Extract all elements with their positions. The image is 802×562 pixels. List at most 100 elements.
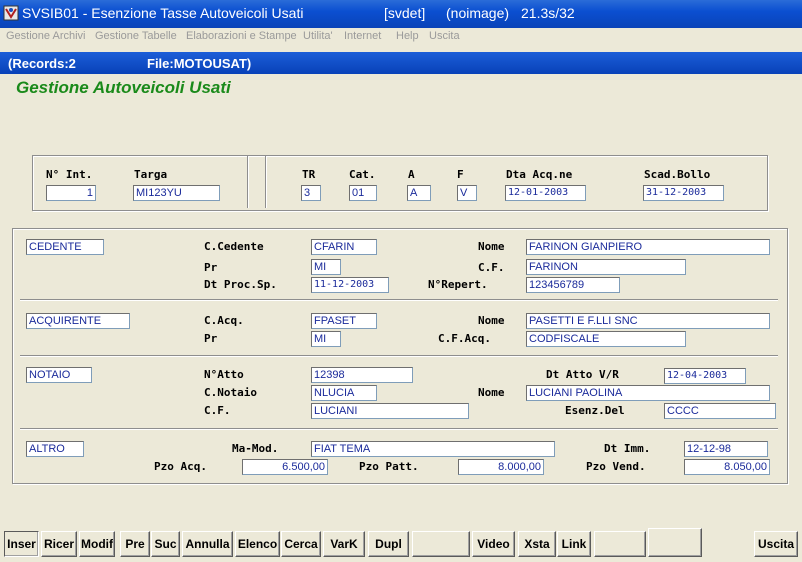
acquirente-nome-field[interactable]: PASETTI E F.LLI SNC: [526, 313, 770, 329]
notaio-section-field[interactable]: NOTAIO: [26, 367, 92, 383]
cat-label: Cat.: [349, 168, 376, 181]
window-image: (noimage): [446, 5, 510, 21]
header-divider: [247, 156, 249, 208]
file-name: File:MOTOUSAT): [147, 56, 252, 71]
f-field[interactable]: V: [457, 185, 477, 201]
vark-button[interactable]: VarK: [323, 531, 365, 557]
modif-button[interactable]: Modif: [79, 531, 115, 557]
notaio-atto-label: N°Atto: [204, 368, 244, 381]
link-button[interactable]: Link: [557, 531, 591, 557]
empty-button[interactable]: [648, 528, 702, 557]
tr-field[interactable]: 3: [301, 185, 321, 201]
notaio-nome-label: Nome: [478, 386, 505, 399]
acquirente-cf-field[interactable]: CODFISCALE: [526, 331, 686, 347]
dta-acq-label: Dta Acq.ne: [506, 168, 573, 181]
acquirente-code-label: C.Acq.: [204, 314, 244, 327]
xsta-button[interactable]: Xsta: [518, 531, 556, 557]
acquirente-code-field[interactable]: FPASET: [311, 313, 377, 329]
cedente-nome-label: Nome: [478, 240, 505, 253]
pre-button[interactable]: Pre: [120, 531, 150, 557]
altro-dtimm-label: Dt Imm.: [604, 442, 651, 455]
window-server: [svdet]: [384, 5, 426, 21]
notaio-nome-field[interactable]: LUCIANI PAOLINA: [526, 385, 770, 401]
uscita-button[interactable]: Uscita: [754, 531, 798, 557]
window-title: SVSIB01 - Esenzione Tasse Autoveicoli Us…: [22, 5, 304, 21]
acquirente-pr-field[interactable]: MI: [311, 331, 341, 347]
menu-help[interactable]: Help: [396, 30, 419, 42]
a-label: A: [408, 168, 415, 181]
video-button[interactable]: Video: [472, 531, 515, 557]
notaio-atto-field[interactable]: 12398: [311, 367, 413, 383]
nint-label: N° Int.: [46, 168, 93, 181]
empty-button[interactable]: [412, 531, 470, 557]
acquirente-nome-label: Nome: [478, 314, 505, 327]
app-icon: [3, 5, 19, 21]
cedente-nrep-field[interactable]: 123456789: [526, 277, 620, 293]
notaio-code-field[interactable]: NLUCIA: [311, 385, 377, 401]
header-divider: [265, 156, 267, 208]
altro-section-field[interactable]: ALTRO: [26, 441, 84, 457]
cedente-pr-label: Pr: [204, 261, 218, 274]
elenco-button[interactable]: Elenco: [235, 531, 280, 557]
a-field[interactable]: A: [407, 185, 431, 201]
window-titlebar: SVSIB01 - Esenzione Tasse Autoveicoli Us…: [0, 0, 802, 28]
menu-elaborazioni[interactable]: Elaborazioni e Stampe: [186, 30, 297, 42]
suc-button[interactable]: Suc: [151, 531, 180, 557]
cat-field[interactable]: 01: [349, 185, 377, 201]
tr-label: TR: [302, 168, 316, 181]
notaio-cf-label: C.F.: [204, 404, 231, 417]
altro-pzoacq-label: Pzo Acq.: [154, 460, 207, 473]
section-divider: [20, 355, 778, 357]
cedente-dtproc-field[interactable]: 11-12-2003: [311, 277, 389, 293]
cedente-nome-field[interactable]: FARINON GIANPIERO: [526, 239, 770, 255]
section-divider: [20, 299, 778, 301]
menu-internet[interactable]: Internet: [344, 30, 381, 42]
page-title: Gestione Autoveicoli Usati: [16, 78, 231, 97]
cedente-code-label: C.Cedente: [204, 240, 264, 253]
cedente-nrep-label: N°Repert.: [428, 278, 488, 291]
altro-pzopatt-label: Pzo Patt.: [359, 460, 419, 473]
acquirente-pr-label: Pr: [204, 332, 218, 345]
altro-pzovend-label: Pzo Vend.: [586, 460, 646, 473]
dupl-button[interactable]: Dupl: [368, 531, 409, 557]
notaio-dtatto-field[interactable]: 12-04-2003: [664, 368, 746, 384]
acquirente-cf-label: C.F.Acq.: [438, 332, 491, 345]
annulla-button[interactable]: Annulla: [182, 531, 233, 557]
altro-mamod-label: Ma-Mod.: [232, 442, 279, 455]
notaio-cf-field[interactable]: LUCIANI: [311, 403, 469, 419]
inser-button[interactable]: Inser: [4, 531, 39, 557]
dta-acq-field[interactable]: 12-01-2003: [505, 185, 586, 201]
altro-mamod-field[interactable]: FIAT TEMA: [311, 441, 555, 457]
cedente-code-field[interactable]: CFARIN: [311, 239, 377, 255]
empty-button[interactable]: [594, 531, 646, 557]
altro-pzopatt-field[interactable]: 8.000,00: [458, 459, 544, 475]
ricer-button[interactable]: Ricer: [41, 531, 77, 557]
records-count: (Records:2: [8, 56, 76, 71]
altro-pzoacq-field[interactable]: 6.500,00: [242, 459, 328, 475]
notaio-code-label: C.Notaio: [204, 386, 257, 399]
nint-field[interactable]: 1: [46, 185, 96, 201]
altro-pzovend-field[interactable]: 8.050,00: [684, 459, 770, 475]
scad-bollo-label: Scad.Bollo: [644, 168, 711, 181]
section-divider: [20, 428, 778, 430]
cedente-pr-field[interactable]: MI: [311, 259, 341, 275]
cedente-section-field[interactable]: CEDENTE: [26, 239, 104, 255]
scad-bollo-field[interactable]: 31-12-2003: [643, 185, 724, 201]
cedente-cf-label: C.F.: [478, 261, 505, 274]
menu-gestione-tabelle[interactable]: Gestione Tabelle: [95, 30, 177, 42]
menu-uscita[interactable]: Uscita: [429, 30, 460, 42]
acquirente-section-field[interactable]: ACQUIRENTE: [26, 313, 130, 329]
f-label: F: [457, 168, 464, 181]
menu-gestione-archivi[interactable]: Gestione Archivi: [6, 30, 85, 42]
targa-field[interactable]: MI123YU: [133, 185, 220, 201]
vehicle-header-group: [32, 155, 768, 211]
menu-utilita[interactable]: Utilita': [303, 30, 333, 42]
window-version: 21.3s/32: [521, 5, 575, 21]
cedente-cf-field[interactable]: FARINON: [526, 259, 686, 275]
notaio-esenz-field[interactable]: CCCC: [664, 403, 776, 419]
notaio-dtatto-label: Dt Atto V/R: [546, 368, 619, 381]
menu-bar: Gestione Archivi Gestione Tabelle Elabor…: [0, 28, 802, 46]
cerca-button[interactable]: Cerca: [281, 531, 321, 557]
altro-dtimm-field[interactable]: 12-12-98: [684, 441, 768, 457]
targa-label: Targa: [134, 168, 168, 181]
